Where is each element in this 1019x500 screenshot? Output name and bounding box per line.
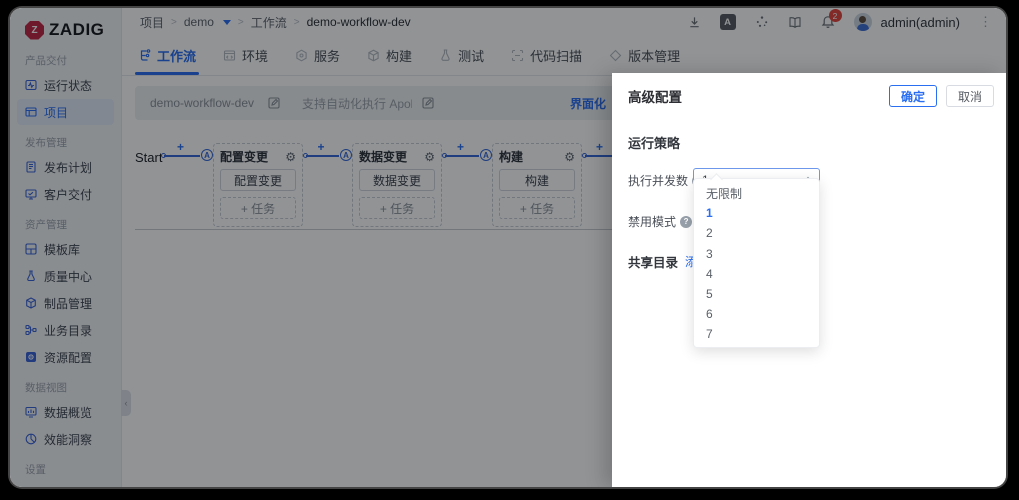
- dropdown-option[interactable]: 4: [694, 264, 819, 284]
- dropdown-option[interactable]: 7: [694, 324, 819, 344]
- cancel-button[interactable]: 取消: [945, 85, 994, 107]
- drawer-title: 高级配置: [628, 90, 682, 105]
- dropdown-option[interactable]: 6: [694, 304, 819, 324]
- dropdown-option[interactable]: 2: [694, 223, 819, 243]
- dropdown-option[interactable]: 无限制: [694, 183, 819, 203]
- help-icon[interactable]: ?: [680, 215, 693, 228]
- dropdown-option[interactable]: 5: [694, 284, 819, 304]
- app-window: Z ZADIG 产品交付 运行状态 项目 发布管理 发布计划 客户交付 资产管理…: [10, 8, 1006, 487]
- advanced-config-drawer: 高级配置 确定 取消 运行策略 执行并发数 ? 1 禁用模式 ? 共享目录 添加: [612, 73, 1006, 487]
- dropdown-option[interactable]: 3: [694, 244, 819, 264]
- disable-mode-label: 禁用模式: [628, 215, 677, 229]
- dropdown-option-selected[interactable]: 1: [694, 203, 819, 223]
- shared-directory-label: 共享目录: [628, 256, 679, 270]
- concurrency-label: 执行并发数: [628, 174, 689, 188]
- confirm-button[interactable]: 确定: [888, 85, 937, 107]
- run-policy-section-title: 运行策略: [628, 136, 681, 151]
- concurrency-dropdown: 无限制 1 2 3 4 5 6 7: [693, 178, 820, 348]
